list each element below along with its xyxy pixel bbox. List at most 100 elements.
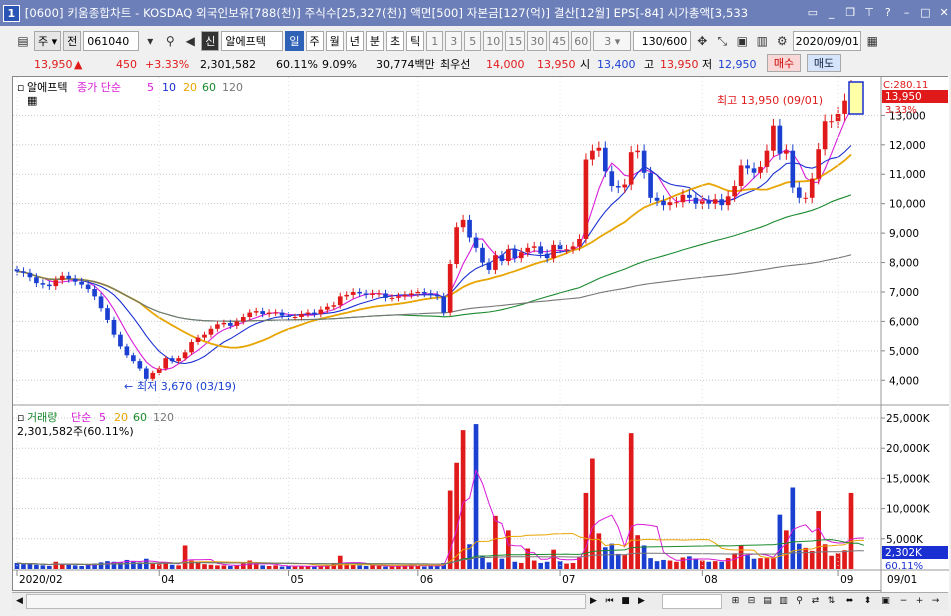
price-tick-label: 9,000: [889, 228, 919, 240]
period-tick-button[interactable]: 틱: [406, 31, 425, 51]
volume-bar: [493, 515, 498, 569]
stock-code-input[interactable]: 061040: [83, 31, 140, 51]
interval-select[interactable]: 3 ▾: [593, 31, 632, 51]
volume-bar: [176, 565, 181, 569]
sell-button[interactable]: 매도: [807, 54, 841, 72]
tool-icon-2[interactable]: ⊟: [744, 594, 759, 609]
low-price: 12,950: [718, 57, 757, 71]
scroll-left-icon[interactable]: ◀: [12, 594, 27, 609]
volume-bar: [680, 557, 686, 569]
ma-legend-120: 120: [222, 81, 243, 94]
candle-body: [234, 321, 240, 326]
volume-bar: [771, 557, 776, 569]
grid-toggle-icon[interactable]: ▦: [27, 94, 37, 107]
volume-bar: [712, 561, 718, 569]
volume-bar: [609, 543, 615, 569]
zoom-out-icon[interactable]: −: [896, 594, 911, 609]
stock-name-field: 알에프텍: [221, 31, 284, 51]
tool-icon-10[interactable]: ▣: [878, 594, 893, 609]
period-day-button[interactable]: 일: [285, 31, 304, 51]
minute-45-button[interactable]: 45: [549, 31, 570, 51]
tool-icon-8[interactable]: ⬌: [842, 594, 857, 609]
restore-icon[interactable]: ❐: [843, 6, 857, 20]
arrow-right-icon[interactable]: →: [928, 594, 943, 609]
minute-5-button[interactable]: 5: [464, 31, 482, 51]
tool-icon-1[interactable]: ⊞: [728, 594, 743, 609]
zoom-in-icon[interactable]: +: [912, 594, 927, 609]
volume-bar: [53, 561, 59, 569]
play-icon[interactable]: ▶: [634, 594, 649, 609]
buy-button[interactable]: 매수: [767, 54, 801, 72]
period-second-button[interactable]: 초: [386, 31, 405, 51]
best-bid-label: 최우선: [440, 58, 471, 71]
volume-bar: [661, 559, 666, 569]
minute-60-button[interactable]: 60: [571, 31, 592, 51]
window-maximize-button[interactable]: □: [918, 6, 932, 20]
period-unit-select[interactable]: 주 ▾: [34, 31, 62, 51]
ma-line-120: [16, 254, 852, 322]
dropdown-arrow-icon[interactable]: ▾: [141, 31, 159, 51]
tool-icon-9[interactable]: ⬍: [860, 594, 875, 609]
search-icon[interactable]: ⚲: [161, 31, 179, 51]
help-icon[interactable]: ?: [881, 6, 895, 20]
period-minute-button[interactable]: 분: [365, 31, 385, 51]
chart-area[interactable]: 13,000 12,000 11,000 10,000 9,000 8,000 7,000 6…: [12, 76, 949, 592]
chart-checkbox-icon[interactable]: ▫: [17, 81, 24, 94]
save-icon[interactable]: ▣: [733, 31, 751, 51]
minute-10-button[interactable]: 10: [483, 31, 504, 51]
prev-button[interactable]: 전: [63, 31, 82, 51]
window-close-button[interactable]: ✕: [937, 6, 951, 20]
minute-30-button[interactable]: 30: [527, 31, 548, 51]
lock-icon[interactable]: ▭: [806, 6, 820, 20]
zoom-slider[interactable]: [662, 594, 722, 609]
minimize-icon[interactable]: _: [825, 6, 839, 20]
cross-icon[interactable]: ⤡: [713, 31, 731, 51]
volume-bar: [182, 545, 188, 569]
candle-body: [544, 253, 550, 259]
stop-icon[interactable]: ■: [618, 594, 633, 609]
volume-value: 2,301,582: [200, 57, 256, 71]
period-year-button[interactable]: 년: [345, 31, 364, 51]
volume-bar: [421, 566, 427, 569]
tool-icon-5[interactable]: ⚲: [792, 594, 807, 609]
candle-body: [777, 125, 783, 154]
volume-bar: [253, 564, 259, 569]
period-month-button[interactable]: 월: [325, 31, 344, 51]
volume-bar: [72, 565, 78, 569]
volume-ratio: 60.11%: [276, 57, 318, 71]
candle-body: [809, 178, 815, 198]
settings-icon[interactable]: ⚙: [773, 31, 791, 51]
calendar-icon[interactable]: ▦: [863, 31, 881, 51]
data-count-input[interactable]: 130/600: [633, 31, 692, 51]
volume-checkbox-icon[interactable]: ▫: [17, 411, 24, 424]
candle-body: [169, 358, 175, 362]
sound-icon[interactable]: ◀: [181, 31, 199, 51]
pin-icon[interactable]: ⊤: [862, 6, 876, 20]
volume-bar: [790, 487, 796, 569]
candle-body: [396, 296, 401, 298]
first-page-icon[interactable]: ⏮: [602, 594, 617, 609]
minute-15-button[interactable]: 15: [505, 31, 526, 51]
volume-bar: [370, 565, 375, 569]
layout-icon[interactable]: ▤: [14, 31, 32, 51]
cursor-icon[interactable]: ✥: [693, 31, 711, 51]
volume-bar: [79, 565, 84, 569]
chart-scrollbar[interactable]: ◀ ▶ ⏮ ■ ▶ ⊞ ⊟ ▤ ▥ ⚲ ⇄ ⇅ ⬌ ⬍ ▣ − + →: [12, 592, 948, 610]
print-icon[interactable]: ▥: [753, 31, 771, 51]
tool-icon-7[interactable]: ⇅: [824, 594, 839, 609]
volume-bar: [221, 565, 227, 569]
date-input[interactable]: 2020/09/01: [793, 31, 862, 51]
period-week-button[interactable]: 주: [305, 31, 324, 51]
minute-1-button[interactable]: 1: [426, 31, 444, 51]
scroll-right-icon[interactable]: ▶: [586, 594, 601, 609]
window-minimize-button[interactable]: –: [900, 6, 914, 20]
stock-chart[interactable]: 13,00012,00011,00010,0009,0008,0007,0006…: [13, 77, 949, 592]
tool-icon-4[interactable]: ▥: [776, 594, 791, 609]
volume-bar: [447, 490, 453, 569]
candle-body: [635, 150, 640, 153]
tool-icon-6[interactable]: ⇄: [808, 594, 823, 609]
minute-3-button[interactable]: 3: [445, 31, 463, 51]
tool-icon-3[interactable]: ▤: [760, 594, 775, 609]
scroll-thumb[interactable]: [26, 594, 586, 609]
candle-body: [602, 147, 608, 172]
